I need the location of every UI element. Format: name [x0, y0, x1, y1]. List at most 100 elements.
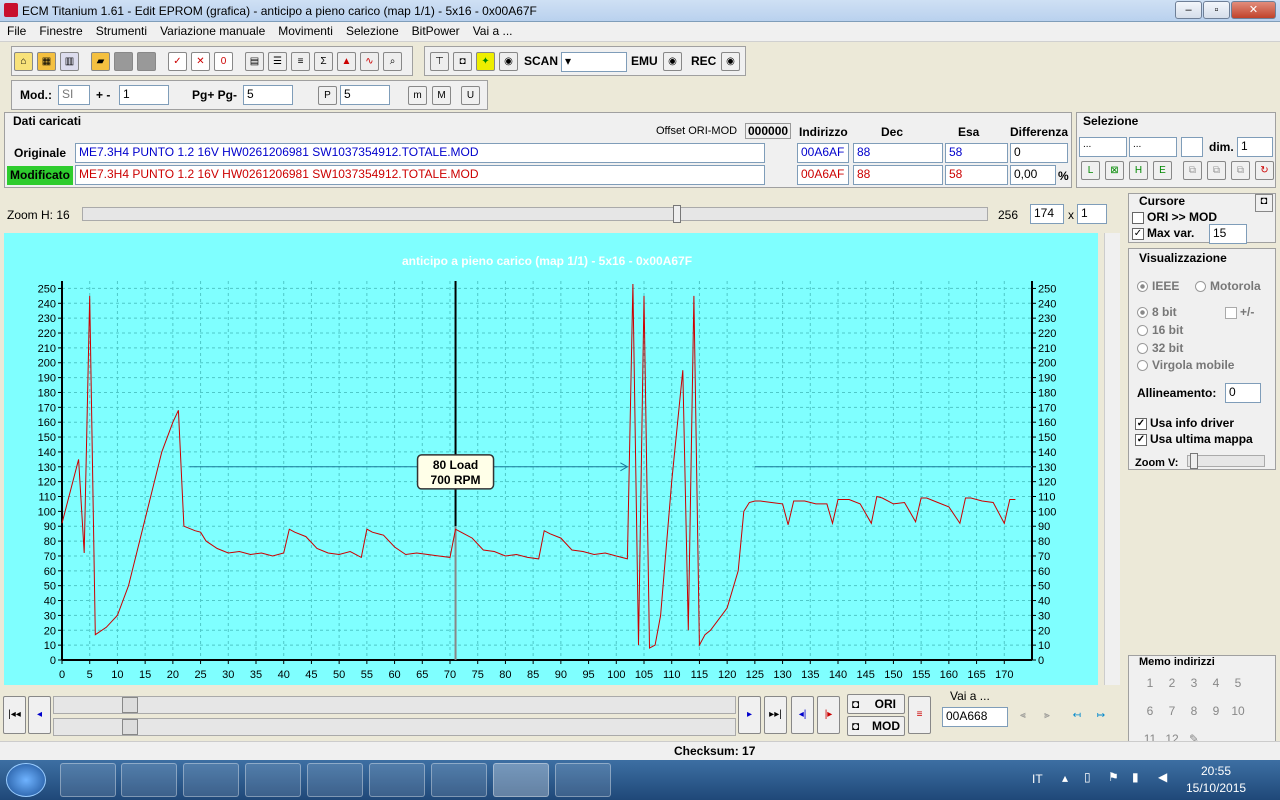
save-as-icon[interactable] [137, 52, 156, 71]
mem-right-icon[interactable]: ↦ [1090, 698, 1112, 732]
tool-icon[interactable]: ⊤ [430, 52, 449, 71]
8bit-radio[interactable]: 8 bit [1137, 305, 1177, 319]
home-icon[interactable]: ⌂ [14, 52, 33, 71]
paste-special-icon[interactable]: ⧉ [1231, 161, 1250, 180]
first-button[interactable]: |◂◂ [3, 696, 26, 734]
prev-page-button[interactable]: ◂| [791, 696, 814, 734]
p-input[interactable]: 5 [340, 85, 390, 105]
chart-area[interactable]: anticipo a pieno carico (map 1/1) - 5x16… [4, 233, 1098, 685]
sel-start-field[interactable]: ... [1079, 137, 1127, 157]
3d-icon[interactable]: ▲ [337, 52, 356, 71]
zoom-track[interactable] [82, 205, 988, 223]
save-icon[interactable] [114, 52, 133, 71]
chart-svg[interactable]: anticipo a pieno carico (map 1/1) - 5x16… [4, 233, 1098, 685]
maxvar-input[interactable]: 15 [1209, 224, 1247, 244]
sel-start-icon[interactable]: L [1081, 161, 1100, 180]
ori-mod-checkbox[interactable]: ORI >> MOD [1132, 210, 1217, 224]
sel-x-icon[interactable]: ⊠ [1105, 161, 1124, 180]
taskbar-winrar-icon[interactable] [431, 763, 487, 797]
rec-button-icon[interactable]: ◉ [721, 52, 740, 71]
table-icon[interactable]: ▤ [245, 52, 264, 71]
M-icon[interactable]: M [432, 86, 451, 105]
graph-icon[interactable]: ∿ [360, 52, 379, 71]
menu-movimenti[interactable]: Movimenti [271, 22, 339, 38]
pg-input[interactable]: 5 [243, 85, 293, 105]
menu-file[interactable]: File [0, 22, 32, 38]
tray-arrow-icon[interactable]: ▴ [1062, 771, 1068, 785]
zoom-thumb[interactable] [673, 205, 681, 223]
taskbar-chrome-icon[interactable] [183, 763, 239, 797]
chart-vscroll[interactable] [1104, 233, 1120, 685]
tray-network-icon[interactable]: ▮ [1132, 770, 1139, 784]
ieee-radio[interactable]: IEEE [1137, 279, 1179, 293]
usa-mappa-checkbox[interactable]: ✓ Usa ultima mappa [1135, 432, 1253, 446]
search-icon[interactable]: ⌕ [383, 52, 402, 71]
memo-3[interactable]: 3 [1183, 676, 1205, 690]
scrollbar-mod[interactable] [53, 718, 736, 736]
zoom-value[interactable]: 174 [1030, 204, 1064, 224]
last-button[interactable]: ▸▸| [764, 696, 787, 734]
scrollbar-ori[interactable] [53, 696, 736, 714]
padlock-icon[interactable]: ◘ [1255, 194, 1273, 212]
16bit-radio[interactable]: 16 bit [1137, 323, 1183, 337]
menu-vai-a[interactable]: Vai a ... [466, 22, 519, 38]
taskbar-media-icon[interactable] [121, 763, 177, 797]
text-icon[interactable]: ≡ [291, 52, 310, 71]
grid-icon[interactable]: ▦ [37, 52, 56, 71]
align-right-icon[interactable]: ⫸ [1036, 698, 1058, 732]
mem-left-icon[interactable]: ↤ [1066, 698, 1088, 732]
memo-8[interactable]: 8 [1183, 704, 1205, 718]
memo-1[interactable]: 1 [1139, 676, 1161, 690]
taskbar-paint-icon[interactable] [555, 763, 611, 797]
tray-flag-icon[interactable]: ⚑ [1108, 770, 1119, 784]
allineamento-input[interactable]: 0 [1225, 383, 1261, 403]
zoomv-slider[interactable] [1187, 453, 1265, 469]
prev-button[interactable]: ◂ [28, 696, 51, 734]
memo-5[interactable]: 5 [1227, 676, 1249, 690]
zoom-mult[interactable]: 1 [1077, 204, 1107, 224]
list-icon[interactable]: ☰ [268, 52, 287, 71]
motorola-radio[interactable]: Motorola [1195, 279, 1261, 293]
reset-icon[interactable]: ↻ [1255, 161, 1274, 180]
memo-2[interactable]: 2 [1161, 676, 1183, 690]
memo-10[interactable]: 10 [1227, 704, 1249, 718]
step-input[interactable]: 1 [119, 85, 169, 105]
scan-select[interactable]: ▾ [561, 52, 627, 72]
taskbar-monitor-icon[interactable] [245, 763, 301, 797]
vaia-input[interactable]: 00A668 [942, 707, 1008, 727]
paste-icon[interactable]: ⧉ [1207, 161, 1226, 180]
ori-button[interactable]: ◘ ORI [847, 694, 905, 714]
clock-time[interactable]: 20:55 [1201, 764, 1231, 778]
sum-icon[interactable]: Σ [314, 52, 333, 71]
next-page-button[interactable]: |▸ [817, 696, 840, 734]
mod-field[interactable]: SI [58, 85, 90, 105]
clock-date[interactable]: 15/10/2015 [1186, 781, 1246, 795]
menu-selezione[interactable]: Selezione [339, 22, 405, 38]
next-button[interactable]: ▸ [738, 696, 761, 734]
taskbar-control-icon[interactable] [307, 763, 363, 797]
sel-h-icon[interactable]: H [1129, 161, 1148, 180]
tray-volume-icon[interactable]: ◀ [1158, 770, 1167, 784]
menu-strumenti[interactable]: Strumenti [89, 22, 153, 38]
memo-7[interactable]: 7 [1161, 704, 1183, 718]
emu-button-icon[interactable]: ◉ [663, 52, 682, 71]
dim-input[interactable]: 1 [1237, 137, 1273, 157]
tray-device-icon[interactable]: ▯ [1084, 770, 1091, 784]
scrollbar-mod-thumb[interactable] [122, 719, 138, 735]
memo-4[interactable]: 4 [1205, 676, 1227, 690]
align-left-icon[interactable]: ⫷ [1012, 698, 1034, 732]
open-folder-icon[interactable]: ▰ [91, 52, 110, 71]
zero-icon[interactable]: 0 [214, 52, 233, 71]
run-icon[interactable]: ✦ [476, 52, 495, 71]
u-icon[interactable]: U [461, 86, 480, 105]
lang-indicator[interactable]: IT [1032, 772, 1043, 786]
record-icon[interactable]: ◉ [499, 52, 518, 71]
taskbar-notes-icon[interactable] [369, 763, 425, 797]
mod-button[interactable]: ◘ MOD [847, 716, 905, 736]
flag-button[interactable]: ≡ [908, 696, 931, 734]
lock-icon[interactable]: ◘ [453, 52, 472, 71]
menu-variazione[interactable]: Variazione manuale [153, 22, 271, 38]
taskbar-ecm-icon[interactable] [493, 763, 549, 797]
start-button[interactable] [6, 763, 46, 797]
minimize-button[interactable]: – [1175, 1, 1202, 19]
